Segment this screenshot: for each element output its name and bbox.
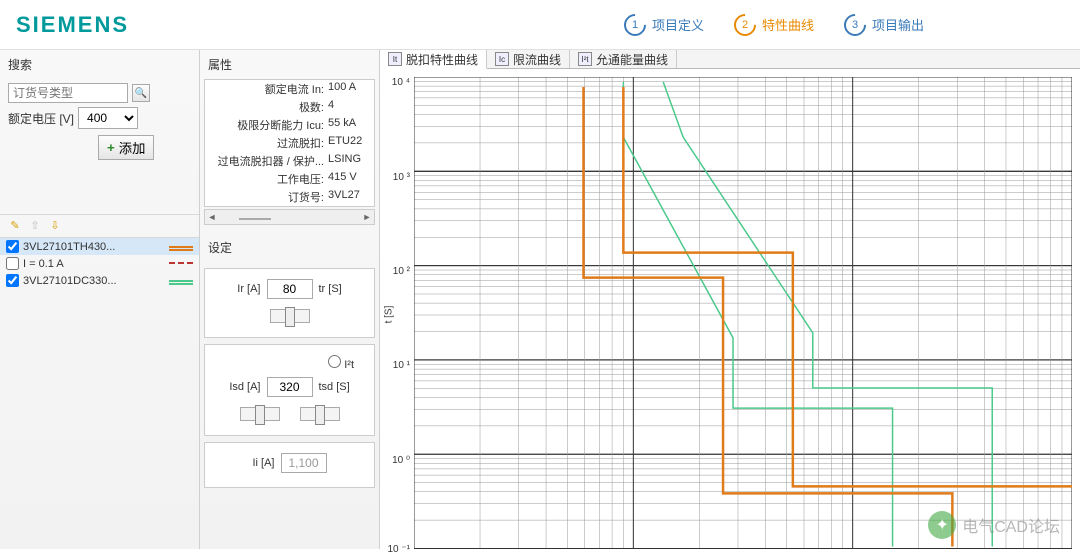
list-toolbar: ✎ ⇧ ⇩ xyxy=(0,214,199,237)
watermark: ✦ 电气CAD论坛 xyxy=(928,511,1060,539)
ir-group: Ir [A] tr [S] xyxy=(204,268,375,338)
device-list: 3VL27101TH430... I = 0.1 A 3VL27101DC330… xyxy=(0,237,199,289)
tsd-label: tsd [S] xyxy=(319,381,350,393)
step-number-icon: 1 xyxy=(619,9,650,40)
ii-group: Ii [A] xyxy=(204,442,375,488)
isd-group: I²t Isd [A] tsd [S] xyxy=(204,344,375,436)
step-project-output[interactable]: 3 项目输出 xyxy=(844,14,924,36)
chart-tabs: It 脱扣特性曲线 Ic 限流曲线 I²t 允通能量曲线 xyxy=(380,50,1080,69)
app-header: SIEMENS 1 项目定义 2 特性曲线 3 项目输出 xyxy=(0,0,1080,50)
siemens-logo: SIEMENS xyxy=(16,12,129,38)
props-table: 额定电流 In:100 A 极数:4 极限分断能力 Icu:55 kA 过流脱扣… xyxy=(204,79,375,207)
isd-slider[interactable] xyxy=(240,407,280,421)
item-checkbox[interactable] xyxy=(6,240,19,253)
step-characteristic-curve[interactable]: 2 特性曲线 xyxy=(734,14,814,36)
ii-input[interactable] xyxy=(281,453,327,473)
edit-icon[interactable]: ✎ xyxy=(8,219,22,233)
ii-label: Ii [A] xyxy=(252,457,274,469)
settings-panel: 设定 Ir [A] tr [S] I²t Isd [A] xyxy=(200,233,379,494)
search-icon: 🔍 xyxy=(135,88,147,99)
down-arrow-icon[interactable]: ⇩ xyxy=(48,219,62,233)
scroll-right-icon[interactable]: ► xyxy=(360,212,374,222)
voltage-label: 额定电压 [V] xyxy=(8,110,74,127)
props-scrollbar[interactable]: ◄ ► xyxy=(204,209,375,225)
list-item[interactable]: 3VL27101TH430... xyxy=(0,238,199,255)
search-panel: 搜索 🔍 额定电压 [V] 400 + 添加 ✎ ⇧ ⇩ xyxy=(0,50,200,549)
scroll-left-icon[interactable]: ◄ xyxy=(205,212,219,222)
color-swatch-icon xyxy=(169,280,193,282)
ir-label: Ir [A] xyxy=(237,283,260,295)
list-item[interactable]: 3VL27101DC330... xyxy=(0,272,199,289)
ir-input[interactable] xyxy=(267,279,313,299)
isd-input[interactable] xyxy=(267,377,313,397)
curve-icon: Ic xyxy=(495,52,509,66)
search-button[interactable]: 🔍 xyxy=(132,84,150,102)
plus-icon: + xyxy=(107,140,115,155)
tab-current-limit[interactable]: Ic 限流曲线 xyxy=(487,50,570,68)
item-checkbox[interactable] xyxy=(6,274,19,287)
i2t-radio[interactable] xyxy=(328,355,341,368)
chart-panel: It 脱扣特性曲线 Ic 限流曲线 I²t 允通能量曲线 10 ⁴ 10 ³ 1… xyxy=(380,50,1080,549)
step-number-icon: 3 xyxy=(839,9,870,40)
tab-let-through[interactable]: I²t 允通能量曲线 xyxy=(570,50,677,68)
voltage-select[interactable]: 400 xyxy=(78,107,138,129)
tab-trip-curve[interactable]: It 脱扣特性曲线 xyxy=(380,50,487,69)
item-checkbox[interactable] xyxy=(6,257,19,270)
add-button[interactable]: + 添加 xyxy=(98,135,154,160)
step-number-icon: 2 xyxy=(729,9,760,40)
curve-icon: It xyxy=(388,52,402,66)
tsd-slider[interactable] xyxy=(300,407,340,421)
order-number-input[interactable] xyxy=(8,83,128,103)
settings-title: 设定 xyxy=(200,233,379,262)
tr-label: tr [S] xyxy=(319,283,342,295)
curve-icon: I²t xyxy=(578,52,592,66)
y-axis-title: t [S] xyxy=(383,306,394,324)
step-project-def[interactable]: 1 项目定义 xyxy=(624,14,704,36)
color-swatch-icon xyxy=(169,262,193,265)
props-title: 属性 xyxy=(200,50,379,79)
chart-svg xyxy=(414,77,1072,549)
isd-label: Isd [A] xyxy=(229,381,260,393)
color-swatch-icon xyxy=(169,246,193,248)
wizard-steps: 1 项目定义 2 特性曲线 3 项目输出 xyxy=(624,14,924,36)
wechat-icon: ✦ xyxy=(928,511,956,539)
search-title: 搜索 xyxy=(0,50,199,79)
up-arrow-icon[interactable]: ⇧ xyxy=(28,219,42,233)
properties-panel: 属性 额定电流 In:100 A 极数:4 极限分断能力 Icu:55 kA 过… xyxy=(200,50,380,549)
trip-curve-chart: 10 ⁴ 10 ³ 10 ² 10 ¹ 10 ⁰ 10 ⁻¹ t [S] xyxy=(380,69,1080,549)
ir-slider[interactable] xyxy=(270,309,310,323)
list-item[interactable]: I = 0.1 A xyxy=(0,255,199,272)
